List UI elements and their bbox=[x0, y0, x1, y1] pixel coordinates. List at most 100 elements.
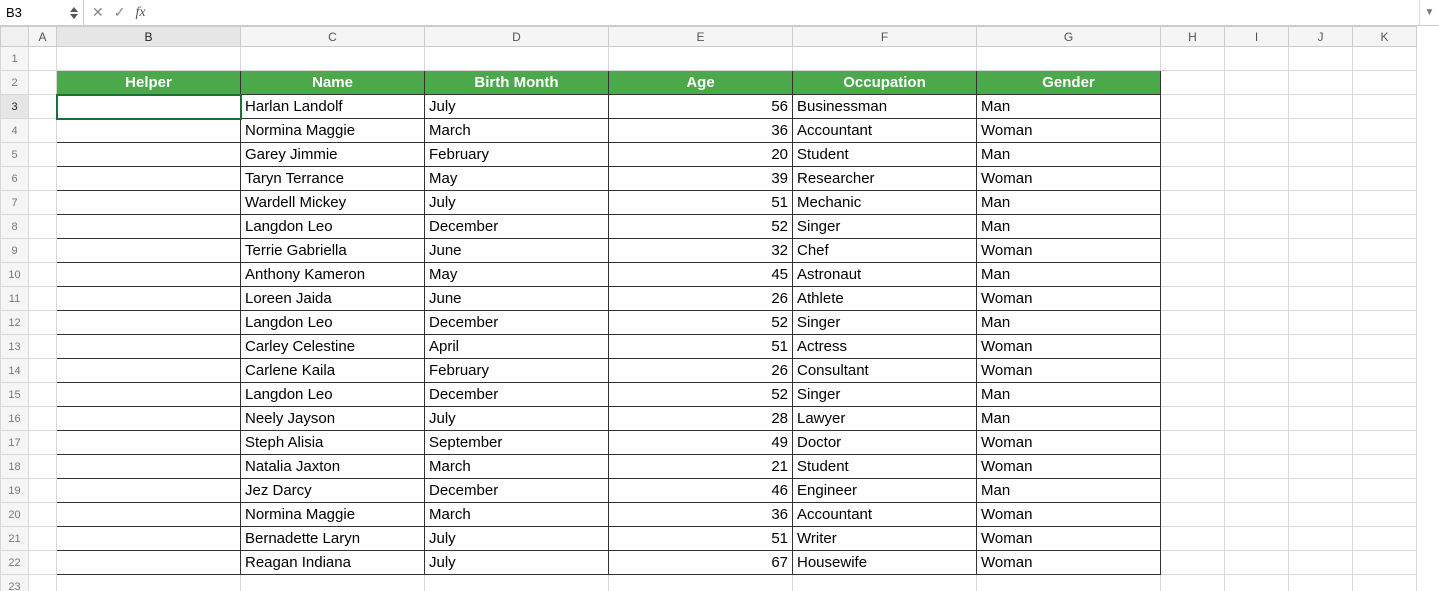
cell-J15[interactable] bbox=[1289, 383, 1353, 407]
cell-A16[interactable] bbox=[29, 407, 57, 431]
cell-G6[interactable]: Woman bbox=[977, 167, 1161, 191]
cell-J8[interactable] bbox=[1289, 215, 1353, 239]
cell-C10[interactable]: Anthony Kameron bbox=[241, 263, 425, 287]
cell-J23[interactable] bbox=[1289, 575, 1353, 591]
cell-K2[interactable] bbox=[1353, 71, 1417, 95]
cell-E10[interactable]: 45 bbox=[609, 263, 793, 287]
cell-C7[interactable]: Wardell Mickey bbox=[241, 191, 425, 215]
cell-B17[interactable] bbox=[57, 431, 241, 455]
cell-I15[interactable] bbox=[1225, 383, 1289, 407]
cell-D4[interactable]: March bbox=[425, 119, 609, 143]
row-header-17[interactable]: 17 bbox=[1, 431, 29, 455]
spreadsheet-grid[interactable]: ABCDEFGHIJK12HelperNameBirth MonthAgeOcc… bbox=[0, 26, 1439, 591]
cell-I22[interactable] bbox=[1225, 551, 1289, 575]
col-header-F[interactable]: F bbox=[793, 27, 977, 47]
cell-H5[interactable] bbox=[1161, 143, 1225, 167]
cell-F16[interactable]: Lawyer bbox=[793, 407, 977, 431]
cell-D19[interactable]: December bbox=[425, 479, 609, 503]
cell-I3[interactable] bbox=[1225, 95, 1289, 119]
cell-B20[interactable] bbox=[57, 503, 241, 527]
cell-D6[interactable]: May bbox=[425, 167, 609, 191]
cell-H7[interactable] bbox=[1161, 191, 1225, 215]
cell-A21[interactable] bbox=[29, 527, 57, 551]
cell-A6[interactable] bbox=[29, 167, 57, 191]
cell-K10[interactable] bbox=[1353, 263, 1417, 287]
select-all-corner[interactable] bbox=[1, 27, 29, 47]
cell-D7[interactable]: July bbox=[425, 191, 609, 215]
cell-B15[interactable] bbox=[57, 383, 241, 407]
chevron-down-icon[interactable] bbox=[70, 14, 78, 19]
cell-H1[interactable] bbox=[1161, 47, 1225, 71]
row-header-11[interactable]: 11 bbox=[1, 287, 29, 311]
cell-C11[interactable]: Loreen Jaida bbox=[241, 287, 425, 311]
cell-C16[interactable]: Neely Jayson bbox=[241, 407, 425, 431]
cell-J7[interactable] bbox=[1289, 191, 1353, 215]
cell-D22[interactable]: July bbox=[425, 551, 609, 575]
cell-A22[interactable] bbox=[29, 551, 57, 575]
cell-J17[interactable] bbox=[1289, 431, 1353, 455]
cell-I6[interactable] bbox=[1225, 167, 1289, 191]
cell-F14[interactable]: Consultant bbox=[793, 359, 977, 383]
cell-F12[interactable]: Singer bbox=[793, 311, 977, 335]
cell-G8[interactable]: Man bbox=[977, 215, 1161, 239]
row-header-21[interactable]: 21 bbox=[1, 527, 29, 551]
cell-K5[interactable] bbox=[1353, 143, 1417, 167]
cell-B14[interactable] bbox=[57, 359, 241, 383]
cell-A20[interactable] bbox=[29, 503, 57, 527]
cell-I13[interactable] bbox=[1225, 335, 1289, 359]
cell-H17[interactable] bbox=[1161, 431, 1225, 455]
cell-A13[interactable] bbox=[29, 335, 57, 359]
name-box-spinner[interactable] bbox=[67, 7, 81, 19]
row-header-8[interactable]: 8 bbox=[1, 215, 29, 239]
cell-G3[interactable]: Man bbox=[977, 95, 1161, 119]
cell-D11[interactable]: June bbox=[425, 287, 609, 311]
cell-C3[interactable]: Harlan Landolf bbox=[241, 95, 425, 119]
cell-J2[interactable] bbox=[1289, 71, 1353, 95]
cell-G13[interactable]: Woman bbox=[977, 335, 1161, 359]
cell-K7[interactable] bbox=[1353, 191, 1417, 215]
cell-J1[interactable] bbox=[1289, 47, 1353, 71]
cell-C12[interactable]: Langdon Leo bbox=[241, 311, 425, 335]
row-header-15[interactable]: 15 bbox=[1, 383, 29, 407]
cell-J6[interactable] bbox=[1289, 167, 1353, 191]
name-box[interactable] bbox=[6, 5, 66, 20]
cell-G23[interactable] bbox=[977, 575, 1161, 591]
cell-E5[interactable]: 20 bbox=[609, 143, 793, 167]
cell-G5[interactable]: Man bbox=[977, 143, 1161, 167]
cell-B11[interactable] bbox=[57, 287, 241, 311]
cell-B8[interactable] bbox=[57, 215, 241, 239]
header-cell-B[interactable]: Helper bbox=[57, 71, 241, 95]
cell-I9[interactable] bbox=[1225, 239, 1289, 263]
col-header-J[interactable]: J bbox=[1289, 27, 1353, 47]
cell-G7[interactable]: Man bbox=[977, 191, 1161, 215]
col-header-B[interactable]: B bbox=[57, 27, 241, 47]
cell-H22[interactable] bbox=[1161, 551, 1225, 575]
cell-G17[interactable]: Woman bbox=[977, 431, 1161, 455]
cell-G10[interactable]: Man bbox=[977, 263, 1161, 287]
cell-F3[interactable]: Businessman bbox=[793, 95, 977, 119]
cell-D3[interactable]: July bbox=[425, 95, 609, 119]
cell-A3[interactable] bbox=[29, 95, 57, 119]
cell-G21[interactable]: Woman bbox=[977, 527, 1161, 551]
cell-A19[interactable] bbox=[29, 479, 57, 503]
cell-D1[interactable] bbox=[425, 47, 609, 71]
col-header-I[interactable]: I bbox=[1225, 27, 1289, 47]
cell-C22[interactable]: Reagan Indiana bbox=[241, 551, 425, 575]
cell-B12[interactable] bbox=[57, 311, 241, 335]
cell-A18[interactable] bbox=[29, 455, 57, 479]
col-header-C[interactable]: C bbox=[241, 27, 425, 47]
cell-C4[interactable]: Normina Maggie bbox=[241, 119, 425, 143]
cell-E16[interactable]: 28 bbox=[609, 407, 793, 431]
cell-H18[interactable] bbox=[1161, 455, 1225, 479]
row-header-7[interactable]: 7 bbox=[1, 191, 29, 215]
cell-H2[interactable] bbox=[1161, 71, 1225, 95]
cell-B13[interactable] bbox=[57, 335, 241, 359]
cell-K4[interactable] bbox=[1353, 119, 1417, 143]
cell-G12[interactable]: Man bbox=[977, 311, 1161, 335]
cell-F23[interactable] bbox=[793, 575, 977, 591]
cell-K20[interactable] bbox=[1353, 503, 1417, 527]
cell-C20[interactable]: Normina Maggie bbox=[241, 503, 425, 527]
cell-K8[interactable] bbox=[1353, 215, 1417, 239]
cell-A15[interactable] bbox=[29, 383, 57, 407]
cell-E22[interactable]: 67 bbox=[609, 551, 793, 575]
